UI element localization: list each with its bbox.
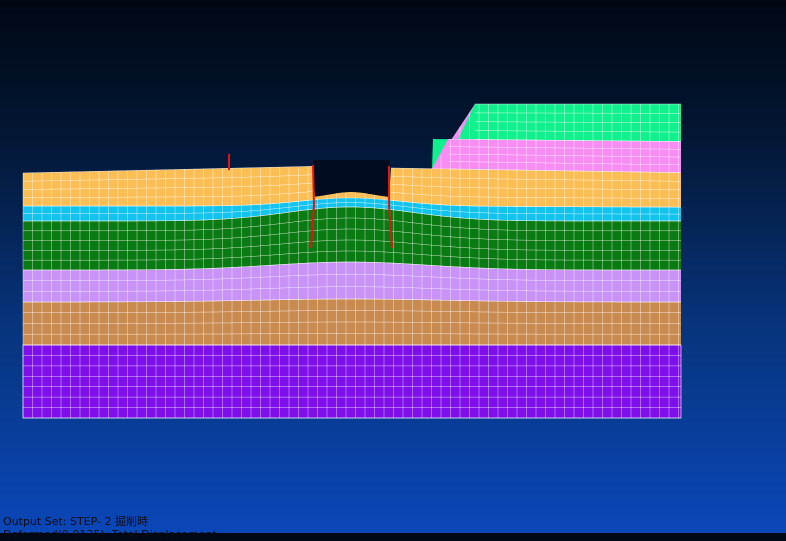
- excavation-void: [313, 160, 390, 197]
- output-set-label: Output Set: STEP- 2 掘削時: [3, 515, 148, 528]
- fea-viewport[interactable]: [0, 0, 786, 533]
- soil-layer-8: [23, 345, 681, 418]
- deformation-label: Deformed(0.0135): Total Displacement: [3, 528, 217, 541]
- soil-layers: [23, 104, 681, 418]
- status-bar: Output Set: STEP- 2 掘削時 Deformed(0.0135)…: [3, 515, 783, 541]
